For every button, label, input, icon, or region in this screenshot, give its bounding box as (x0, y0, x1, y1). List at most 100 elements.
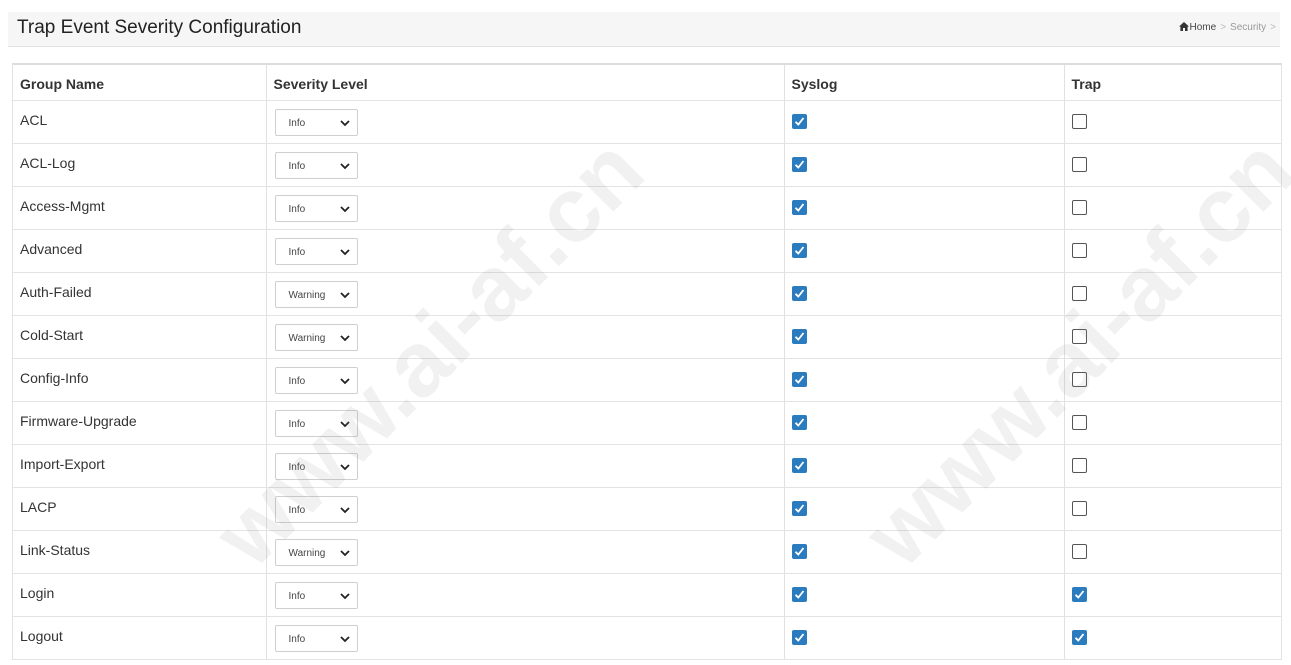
syslog-cell (784, 272, 1065, 316)
severity-cell: Info (266, 358, 785, 402)
breadcrumb-separator: > (1270, 22, 1276, 33)
severity-cell: Info (266, 229, 785, 273)
trap-checkbox[interactable] (1071, 199, 1087, 215)
trap-cell (1064, 272, 1281, 316)
syslog-checkbox[interactable] (791, 457, 807, 473)
severity-select-value: Info (288, 504, 306, 516)
severity-select[interactable]: Warning (274, 323, 358, 351)
chevron-down-icon (339, 377, 350, 388)
table-row: Cold-Start Warning (13, 315, 1281, 359)
trap-checkbox[interactable] (1071, 113, 1087, 129)
breadcrumb-home-link[interactable]: Home (1190, 22, 1217, 33)
table-row: Logout Info (13, 616, 1281, 660)
chevron-down-icon (339, 463, 350, 474)
severity-select[interactable]: Info (274, 194, 358, 222)
home-icon[interactable] (1178, 22, 1189, 34)
syslog-checkbox[interactable] (791, 414, 807, 430)
syslog-cell (784, 229, 1065, 273)
syslog-cell (784, 444, 1065, 488)
trap-checkbox[interactable] (1071, 371, 1087, 387)
severity-cell: Info (266, 186, 785, 230)
table-row: Firmware-Upgrade Info (13, 401, 1281, 445)
page-header: Trap Event Severity Configuration Home > S… (8, 12, 1280, 47)
trap-checkbox[interactable] (1071, 285, 1087, 301)
severity-select-value: Info (288, 590, 306, 602)
severity-select[interactable]: Warning (274, 280, 358, 308)
group-name-cell: Config-Info (13, 358, 267, 402)
chevron-down-icon (339, 248, 350, 259)
syslog-checkbox[interactable] (791, 500, 807, 516)
trap-checkbox[interactable] (1071, 414, 1087, 430)
chevron-down-icon (339, 592, 350, 603)
severity-table: Group Name Severity Level Syslog Trap AC… (12, 63, 1282, 660)
severity-select-value: Info (288, 117, 306, 129)
trap-checkbox[interactable] (1071, 629, 1087, 645)
syslog-checkbox[interactable] (791, 328, 807, 344)
severity-cell: Info (266, 573, 785, 617)
severity-select[interactable]: Info (274, 366, 358, 394)
trap-cell (1064, 100, 1281, 144)
syslog-cell (784, 358, 1065, 402)
syslog-checkbox[interactable] (791, 543, 807, 559)
breadcrumb-current[interactable]: Security (1230, 22, 1266, 33)
trap-cell (1064, 143, 1281, 187)
group-name-cell: Access-Mgmt (13, 186, 267, 230)
severity-select[interactable]: Info (274, 452, 358, 480)
syslog-checkbox[interactable] (791, 242, 807, 258)
trap-checkbox[interactable] (1071, 586, 1087, 602)
severity-select[interactable]: Info (274, 624, 358, 652)
column-header-trap: Trap (1064, 65, 1281, 101)
severity-select[interactable]: Info (274, 108, 358, 136)
severity-select[interactable]: Info (274, 581, 358, 609)
trap-checkbox[interactable] (1071, 242, 1087, 258)
syslog-checkbox[interactable] (791, 586, 807, 602)
group-name-cell: Cold-Start (13, 315, 267, 359)
syslog-checkbox[interactable] (791, 371, 807, 387)
syslog-cell (784, 100, 1065, 144)
severity-select[interactable]: Warning (274, 538, 358, 566)
table-row: Auth-Failed Warning (13, 272, 1281, 316)
syslog-cell (784, 487, 1065, 531)
severity-select[interactable]: Info (274, 151, 358, 179)
table-row: Advanced Info (13, 229, 1281, 273)
trap-cell (1064, 358, 1281, 402)
column-header-syslog: Syslog (784, 65, 1065, 101)
page-title: Trap Event Severity Configuration (17, 17, 302, 38)
syslog-checkbox[interactable] (791, 199, 807, 215)
syslog-checkbox[interactable] (791, 156, 807, 172)
syslog-checkbox[interactable] (791, 285, 807, 301)
group-name-cell: Firmware-Upgrade (13, 401, 267, 445)
trap-checkbox[interactable] (1071, 500, 1087, 516)
chevron-down-icon (339, 205, 350, 216)
table-row: LACP Info (13, 487, 1281, 531)
severity-select-value: Info (288, 160, 306, 172)
table-header-row: Group Name Severity Level Syslog Trap (13, 65, 1281, 101)
severity-select-value: Info (288, 203, 306, 215)
trap-cell (1064, 616, 1281, 660)
chevron-down-icon (339, 162, 350, 173)
severity-cell: Info (266, 616, 785, 660)
syslog-cell (784, 401, 1065, 445)
severity-cell: Info (266, 100, 785, 144)
severity-select[interactable]: Info (274, 237, 358, 265)
severity-select-value: Info (288, 633, 306, 645)
trap-cell (1064, 573, 1281, 617)
trap-checkbox[interactable] (1071, 543, 1087, 559)
severity-select[interactable]: Info (274, 409, 358, 437)
trap-checkbox[interactable] (1071, 156, 1087, 172)
group-name-cell: Login (13, 573, 267, 617)
syslog-checkbox[interactable] (791, 113, 807, 129)
severity-cell: Info (266, 401, 785, 445)
trap-cell (1064, 530, 1281, 574)
trap-checkbox[interactable] (1071, 457, 1087, 473)
breadcrumb: Home > Security > (1178, 22, 1281, 34)
severity-select-value: Info (288, 461, 306, 473)
chevron-down-icon (339, 635, 350, 646)
trap-cell (1064, 229, 1281, 273)
trap-checkbox[interactable] (1071, 328, 1087, 344)
syslog-checkbox[interactable] (791, 629, 807, 645)
table-row: ACL-Log Info (13, 143, 1281, 187)
severity-select[interactable]: Info (274, 495, 358, 523)
severity-select-value: Warning (288, 289, 326, 301)
group-name-cell: Auth-Failed (13, 272, 267, 316)
